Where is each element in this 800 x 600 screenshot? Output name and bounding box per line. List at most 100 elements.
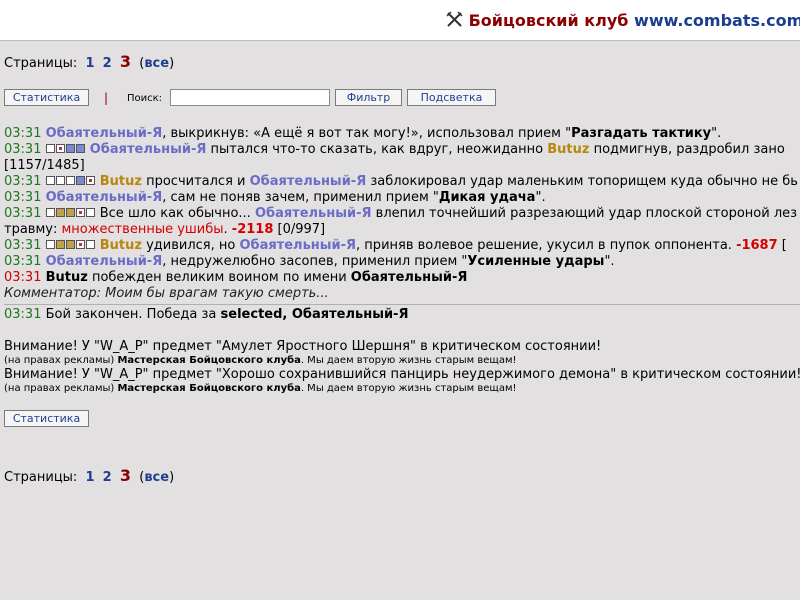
ad-prefix: (на правах рекламы) — [4, 383, 118, 394]
log-text: Все шло как обычно... — [95, 206, 255, 221]
club-name: Бойцовский клуб — [468, 11, 629, 30]
log-time: 03:31 — [4, 270, 42, 285]
player-name[interactable]: Обаятельный-Я — [46, 190, 163, 205]
search-label: Поиск: — [127, 93, 163, 104]
log-line: травму: множественные ушибы. -2118 [0/99… — [4, 222, 800, 238]
hit-zone-icons — [45, 174, 96, 189]
pagination-label: Страницы: — [4, 470, 78, 485]
zone-icon — [65, 144, 75, 153]
hp-value: [1157/1485] — [4, 158, 85, 173]
player-name[interactable]: Обаятельный-Я — [250, 174, 367, 189]
skill-name: Разгадать тактику — [571, 126, 712, 141]
site-url-link[interactable]: www.combats.com — [634, 11, 800, 30]
player-name[interactable]: Butuz — [46, 270, 88, 285]
pagination-bottom: Страницы: 1 2 3 (все) — [4, 466, 175, 485]
ad-line: (на правах рекламы) Мастерская Бойцовско… — [4, 354, 800, 367]
log-time: 03:31 — [4, 174, 42, 189]
search-input[interactable] — [170, 89, 330, 106]
divider — [4, 304, 800, 305]
damage-value: -1687 — [736, 238, 778, 253]
zone-icon — [65, 240, 75, 249]
zone-icon — [55, 176, 65, 185]
player-name[interactable]: Butuz — [100, 174, 142, 189]
hp-value: [0/997] — [273, 222, 326, 237]
log-line: 03:31 Все шло как обычно... Обаятельный-… — [4, 206, 800, 222]
hit-zone-icons — [45, 238, 96, 253]
log-time: 03:31 — [4, 126, 42, 141]
ad-prefix: (на правах рекламы) — [4, 355, 118, 366]
page-link-2[interactable]: 2 — [103, 56, 112, 71]
battle-log: 03:31 Обаятельный-Я, выкрикнув: «А ещё я… — [4, 126, 800, 395]
header-bar: Бойцовский клуб www.combats.com — [0, 0, 800, 41]
log-line: 03:31 Обаятельный-Я, сам не поняв зачем,… — [4, 190, 800, 206]
filter-button[interactable]: Фильтр — [335, 89, 402, 106]
page-link-1[interactable]: 1 — [85, 470, 94, 485]
player-name[interactable]: Обаятельный-Я — [239, 238, 356, 253]
damage-value: -2118 — [231, 222, 274, 237]
log-text: побежден великим воином по имени — [87, 270, 351, 285]
log-text: . — [223, 222, 232, 237]
log-text: просчитался и — [141, 174, 250, 189]
page-current: 3 — [119, 466, 131, 485]
injury-text: множественные ушибы — [61, 222, 224, 237]
player-name[interactable]: Butuz — [100, 238, 142, 253]
ad-shop-link[interactable]: Мастерская Бойцовского клуба — [117, 355, 300, 366]
pagination-label: Страницы: — [4, 56, 78, 71]
player-name[interactable]: Обаятельный-Я — [46, 126, 163, 141]
log-time: 03:31 — [4, 307, 42, 322]
player-name[interactable]: Butuz — [547, 142, 589, 157]
log-time: 03:31 — [4, 238, 42, 253]
log-text: Бой закончен. Победа за — [41, 307, 221, 322]
log-text: пытался что-то сказать, как вдруг, неожи… — [206, 142, 548, 157]
skill-name: Дикая удача — [438, 190, 536, 205]
zone-icon — [75, 176, 85, 185]
zone-icon — [45, 176, 55, 185]
zone-icon — [65, 176, 75, 185]
page-link-1[interactable]: 1 — [85, 56, 94, 71]
player-name[interactable]: Обаятельный-Я — [351, 270, 468, 285]
player-name[interactable]: Обаятельный-Я — [46, 254, 163, 269]
zone-icon — [75, 208, 85, 217]
log-text: ". — [711, 126, 722, 141]
log-text: , недружелюбно засопев, применил прием " — [162, 254, 468, 269]
zone-icon — [85, 208, 95, 217]
zone-icon — [55, 144, 65, 153]
warning-line: Внимание! У "W_A_P" предмет "Амулет Ярос… — [4, 339, 602, 354]
ad-text: . Мы даем вторую жизнь старым вещам! — [300, 355, 517, 366]
log-text: , выкрикнув: «А ещё я вот так могу!», ис… — [162, 126, 572, 141]
zone-icon — [65, 208, 75, 217]
commentator-line: Комментатор: Моим бы врагам такую смерть… — [4, 286, 329, 301]
pagination-top: Страницы: 1 2 3 (все) — [4, 52, 175, 71]
warning-line: Внимание! У "W_A_P" предмет "Хорошо сохр… — [4, 367, 800, 382]
ad-shop-link[interactable]: Мастерская Бойцовского клуба — [117, 383, 300, 394]
log-text: , сам не поняв зачем, применил прием " — [162, 190, 439, 205]
player-name[interactable]: Обаятельный-Я — [90, 142, 207, 157]
page-link-2[interactable]: 2 — [103, 470, 112, 485]
page-link-all[interactable]: все — [144, 470, 169, 485]
zone-icon — [85, 176, 95, 185]
page-link-all[interactable]: все — [144, 56, 169, 71]
battle-end-line: 03:31 Бой закончен. Победа за selected, … — [4, 307, 800, 323]
page-current: 3 — [119, 52, 131, 71]
zone-icon — [55, 240, 65, 249]
log-line: 03:31 Butuz просчитался и Обаятельный-Я … — [4, 174, 800, 190]
log-text: заблокировал удар маленьким топорищем ку… — [366, 174, 798, 189]
log-text: , приняв волевое решение, укусил в пупок… — [356, 238, 737, 253]
log-text: травму: — [4, 222, 62, 237]
log-line: [1157/1485] — [4, 158, 800, 174]
skill-name: Усиленные удары — [467, 254, 605, 269]
log-text: ". — [604, 254, 615, 269]
zone-icon — [85, 240, 95, 249]
player-name[interactable]: Обаятельный-Я — [255, 206, 372, 221]
site-title: Бойцовский клуб www.combats.com — [446, 11, 800, 31]
highlight-button[interactable]: Подсветка — [407, 89, 496, 106]
zone-icon — [45, 144, 55, 153]
zone-icon — [55, 208, 65, 217]
crossed-swords-icon — [446, 11, 463, 27]
log-line: 03:31 Butuz удивился, но Обаятельный-Я, … — [4, 238, 800, 254]
statistics-button[interactable]: Статистика — [4, 89, 89, 106]
zone-icon — [45, 208, 55, 217]
statistics-button-bottom[interactable]: Статистика — [4, 410, 89, 427]
log-line: 03:31 Обаятельный-Я, выкрикнув: «А ещё я… — [4, 126, 800, 142]
